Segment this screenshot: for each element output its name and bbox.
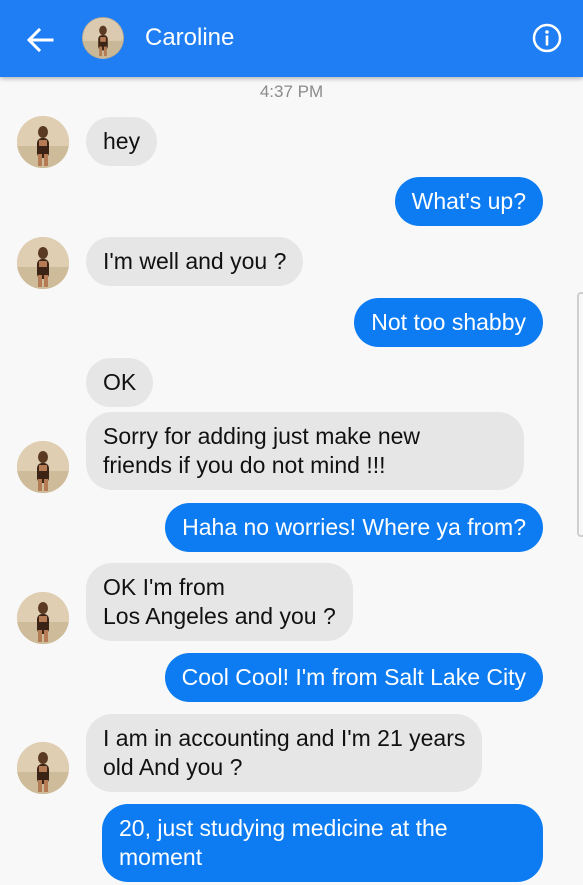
person-photo-icon xyxy=(17,592,69,644)
message-text: old And you ? xyxy=(103,754,243,780)
person-photo-icon xyxy=(17,441,69,493)
message-bubble-incoming[interactable]: I'm well and you ? xyxy=(86,237,304,286)
message-bubble-outgoing[interactable]: What's up? xyxy=(394,177,543,226)
chat-header: Caroline xyxy=(0,0,583,77)
message-text: OK xyxy=(103,369,137,395)
message-text: Los Angeles and you ? xyxy=(103,603,336,629)
message-text: I am in accounting and I'm 21 years xyxy=(103,725,466,751)
message-text: I'm well and you ? xyxy=(103,248,287,274)
message-bubble-outgoing[interactable]: Cool Cool! I'm from Salt Lake City xyxy=(164,653,543,702)
contact-avatar[interactable] xyxy=(82,17,124,59)
message-timestamp: 4:37 PM xyxy=(259,82,324,101)
message-text: friends if you do not mind !!! xyxy=(103,452,386,478)
message-text: What's up? xyxy=(411,188,526,214)
message-text: Sorry for adding just make new xyxy=(103,423,421,449)
message-bubble-incoming[interactable]: I am in accounting and I'm 21 years old … xyxy=(86,714,483,792)
info-icon xyxy=(532,23,562,53)
message-bubble-incoming[interactable]: Sorry for adding just make new friends i… xyxy=(86,412,524,490)
arrow-left-icon xyxy=(26,27,54,53)
message-text: moment xyxy=(119,844,203,870)
message-bubble-incoming[interactable]: OK I'm from Los Angeles and you ? xyxy=(86,563,353,641)
message-bubble-incoming[interactable]: OK xyxy=(86,358,154,407)
message-bubble-outgoing[interactable]: Not too shabby xyxy=(354,298,543,347)
sender-avatar[interactable] xyxy=(17,441,69,493)
message-text: hey xyxy=(103,128,141,154)
message-bubble-outgoing[interactable]: Haha no worries! Where ya from? xyxy=(165,503,543,552)
back-button[interactable] xyxy=(22,22,58,58)
sender-avatar[interactable] xyxy=(17,116,69,168)
person-photo-icon xyxy=(17,237,69,289)
contact-name[interactable]: Caroline xyxy=(145,24,234,52)
message-bubble-outgoing[interactable]: 20, just studying medicine at the moment xyxy=(102,804,543,882)
person-photo-icon xyxy=(17,742,69,794)
sender-avatar[interactable] xyxy=(17,742,69,794)
info-button[interactable] xyxy=(531,22,563,54)
message-text: OK I'm from xyxy=(103,574,225,600)
person-photo-icon xyxy=(17,116,69,168)
scrollbar[interactable] xyxy=(577,292,583,537)
message-text: Haha no worries! Where ya from? xyxy=(182,514,526,540)
message-bubble-incoming[interactable]: hey xyxy=(86,117,158,166)
message-text: 20, just studying medicine at the xyxy=(119,815,448,841)
sender-avatar[interactable] xyxy=(17,237,69,289)
message-text: Not too shabby xyxy=(371,309,526,335)
message-text: Cool Cool! I'm from Salt Lake City xyxy=(181,664,526,690)
sender-avatar[interactable] xyxy=(17,592,69,644)
person-photo-icon xyxy=(83,18,123,58)
